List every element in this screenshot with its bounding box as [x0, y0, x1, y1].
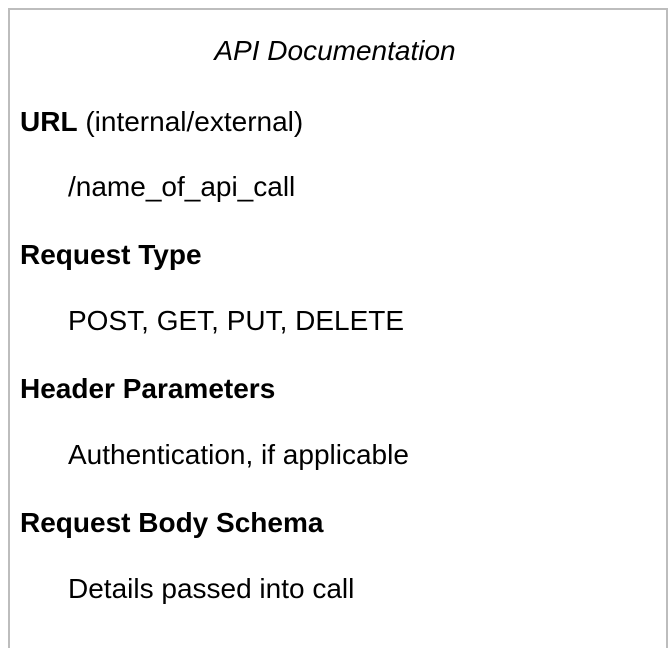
- header-params-heading: Header Parameters: [20, 373, 276, 404]
- url-heading: URL: [20, 106, 78, 137]
- header-params-value: Authentication, if applicable: [68, 439, 409, 470]
- request-type-value: POST, GET, PUT, DELETE: [68, 305, 405, 336]
- url-value: /name_of_api_call: [68, 171, 296, 202]
- request-body-value: Details passed into call: [68, 573, 355, 604]
- doc-title: API Documentation: [214, 35, 456, 66]
- url-line: URL (internal/external): [20, 105, 303, 139]
- url-note: (internal/external): [77, 106, 304, 137]
- request-type-heading: Request Type: [20, 239, 202, 270]
- request-body-heading: Request Body Schema: [20, 507, 324, 538]
